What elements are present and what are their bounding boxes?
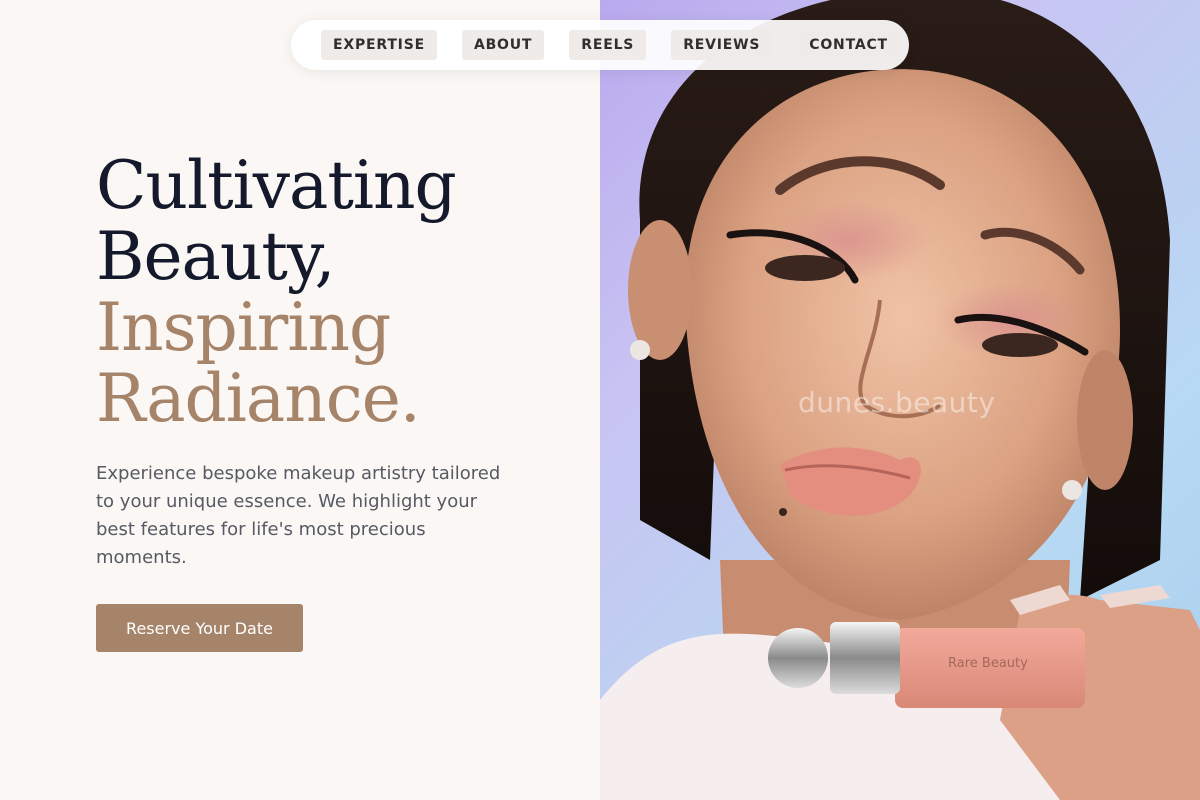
nav-item-contact[interactable]: CONTACT [797,30,900,60]
watermark-text: dunes.beauty [798,386,996,419]
nav-item-reels[interactable]: REELS [569,30,647,60]
hero-headline: Cultivating Beauty, Inspiring Radiance. [96,147,457,437]
hero-description: Experience bespoke makeup artistry tailo… [96,463,501,568]
nav-item-expertise[interactable]: EXPERTISE [321,30,437,60]
nav-item-about[interactable]: ABOUT [461,30,545,60]
nav-item-reviews[interactable]: REVIEWS [671,30,773,60]
headline-line-cultivating: Cultivating [96,147,457,224]
hero-image-panel: dunes.beauty Rare Beauty [600,0,1200,800]
product-label-text: Rare Beauty [948,656,1028,671]
headline-line-radiance: Radiance. [96,360,421,437]
hero-text-panel: Cultivating Beauty, Inspiring Radiance. … [0,0,600,800]
reserve-date-button[interactable]: Reserve Your Date [96,604,303,652]
headline-line-inspiring: Inspiring [96,289,391,366]
headline-line-beauty: Beauty, [96,218,335,295]
top-navigation: EXPERTISE ABOUT REELS REVIEWS CONTACT [291,20,909,70]
